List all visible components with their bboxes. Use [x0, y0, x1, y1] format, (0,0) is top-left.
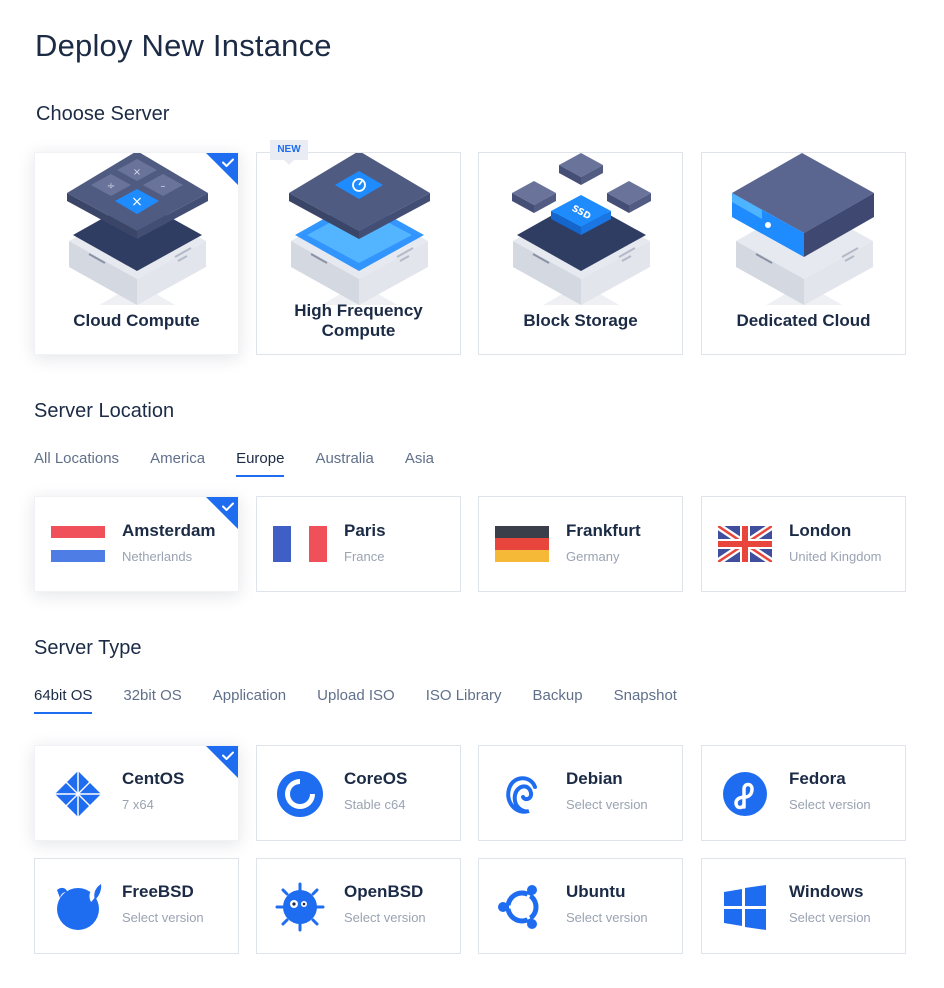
- os-card-fedora[interactable]: Fedora Select version: [701, 745, 906, 841]
- os-name: FreeBSD: [122, 882, 194, 901]
- location-name: London: [789, 521, 852, 540]
- os-card-coreos[interactable]: CoreOS Stable c64: [256, 745, 461, 841]
- tab-64bit-os[interactable]: 64bit OS: [34, 687, 93, 714]
- os-version: Select version: [122, 910, 204, 925]
- os-name: Fedora: [789, 769, 846, 788]
- ubuntu-icon: [498, 885, 539, 929]
- tab-snapshot[interactable]: Snapshot: [614, 687, 677, 714]
- server-card-label: Cloud Compute: [73, 311, 200, 330]
- germany-flag-icon: [495, 526, 549, 562]
- server-type-tabs: 64bit OS 32bit OS Application Upload ISO…: [34, 687, 708, 714]
- france-flag-icon: [273, 526, 327, 562]
- os-name: Ubuntu: [566, 882, 626, 901]
- tab-application[interactable]: Application: [213, 687, 286, 714]
- section-title-location: Server Location: [34, 400, 175, 422]
- location-name: Paris: [344, 521, 386, 540]
- os-card-centos[interactable]: CentOS 7 x64: [34, 745, 239, 841]
- location-card-amsterdam[interactable]: Amsterdam Netherlands: [34, 496, 239, 592]
- tab-america[interactable]: America: [150, 450, 205, 477]
- page-title: Deploy New Instance: [35, 28, 332, 63]
- os-version: Select version: [566, 797, 648, 812]
- debian-icon: [506, 776, 537, 814]
- os-version: Select version: [344, 910, 426, 925]
- os-card-ubuntu[interactable]: Ubuntu Select version: [478, 858, 683, 954]
- os-card-windows[interactable]: Windows Select version: [701, 858, 906, 954]
- os-version: 7 x64: [122, 797, 154, 812]
- svg-text:×: ×: [133, 167, 141, 178]
- tab-32bit-os[interactable]: 32bit OS: [123, 687, 181, 714]
- selected-check-icon: [206, 153, 238, 185]
- uk-flag-icon: [718, 526, 772, 562]
- ssd-storage-icon: SSD: [512, 153, 651, 305]
- os-version: Select version: [566, 910, 648, 925]
- server-card-dedicated-cloud[interactable]: Dedicated Cloud: [701, 152, 906, 355]
- speed-server-icon: [289, 153, 430, 305]
- os-name: OpenBSD: [344, 882, 424, 901]
- server-card-label: High Frequency Compute: [294, 301, 423, 340]
- location-tabs: All Locations America Europe Australia A…: [34, 450, 465, 477]
- tab-asia[interactable]: Asia: [405, 450, 434, 477]
- selected-check-icon: [206, 746, 238, 778]
- server-card-high-frequency[interactable]: High Frequency Compute: [256, 152, 461, 355]
- location-country: United Kingdom: [789, 549, 882, 564]
- tab-all-locations[interactable]: All Locations: [34, 450, 119, 477]
- os-name: CentOS: [122, 769, 185, 788]
- tab-iso-library[interactable]: ISO Library: [426, 687, 502, 714]
- os-version: Stable c64: [344, 797, 406, 812]
- location-card-london[interactable]: London United Kingdom: [701, 496, 906, 592]
- server-card-label: Dedicated Cloud: [736, 311, 871, 330]
- tab-europe[interactable]: Europe: [236, 450, 285, 477]
- server-card-block-storage[interactable]: SSD Block Storage: [478, 152, 683, 355]
- os-name: Debian: [566, 769, 623, 788]
- new-badge: NEW: [270, 140, 308, 165]
- freebsd-icon: [57, 884, 102, 930]
- os-version: Select version: [789, 797, 871, 812]
- os-name: CoreOS: [344, 769, 408, 788]
- location-country: France: [344, 549, 385, 564]
- tab-australia[interactable]: Australia: [315, 450, 373, 477]
- selected-check-icon: [206, 497, 238, 529]
- location-country: Germany: [566, 549, 620, 564]
- location-card-paris[interactable]: Paris France: [256, 496, 461, 592]
- os-card-debian[interactable]: Debian Select version: [478, 745, 683, 841]
- os-name: Windows: [789, 882, 864, 901]
- section-title-type: Server Type: [34, 637, 142, 659]
- svg-text:–: –: [161, 181, 166, 192]
- netherlands-flag-icon: [51, 526, 105, 562]
- svg-text:×: ×: [131, 194, 143, 210]
- windows-icon: [724, 885, 766, 930]
- location-name: Frankfurt: [566, 521, 641, 540]
- os-card-freebsd[interactable]: FreeBSD Select version: [34, 858, 239, 954]
- location-card-frankfurt[interactable]: Frankfurt Germany: [478, 496, 683, 592]
- location-country: Netherlands: [122, 549, 193, 564]
- server-card-cloud-compute[interactable]: × × ÷ – Cloud Compute: [34, 152, 239, 355]
- dedicated-server-icon: [732, 153, 874, 305]
- coreos-icon: [277, 771, 323, 817]
- openbsd-icon: [275, 882, 325, 932]
- location-name: Amsterdam: [122, 521, 216, 540]
- os-version: Select version: [789, 910, 871, 925]
- svg-text:÷: ÷: [107, 181, 115, 192]
- os-card-openbsd[interactable]: OpenBSD Select version: [256, 858, 461, 954]
- section-title-server: Choose Server: [36, 103, 170, 125]
- fedora-icon: [723, 772, 767, 816]
- tab-upload-iso[interactable]: Upload ISO: [317, 687, 395, 714]
- tab-backup[interactable]: Backup: [533, 687, 583, 714]
- centos-icon: [55, 771, 101, 817]
- server-card-label: Block Storage: [523, 311, 638, 330]
